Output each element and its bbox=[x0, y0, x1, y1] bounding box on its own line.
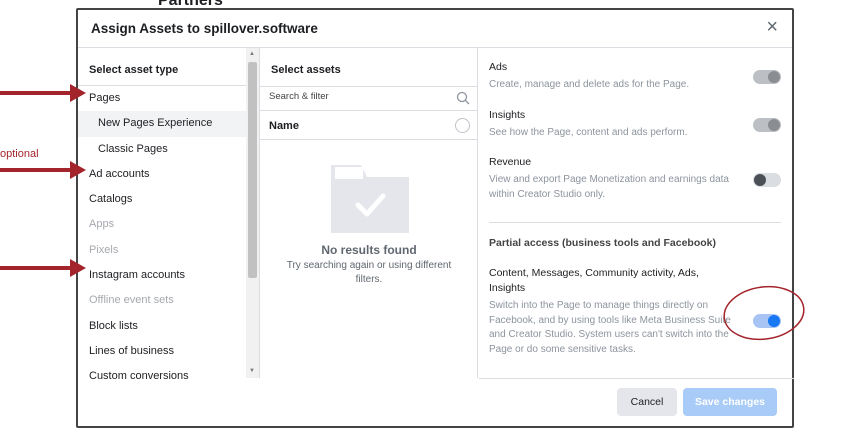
optional-annotation-label: optional bbox=[0, 148, 39, 160]
arrow-instagram-icon bbox=[0, 259, 86, 277]
circle-highlight-icon bbox=[723, 285, 805, 341]
arrow-pages-icon bbox=[0, 84, 86, 102]
arrow-ad-accounts-icon bbox=[0, 161, 86, 179]
annotation-overlay bbox=[0, 84, 805, 341]
